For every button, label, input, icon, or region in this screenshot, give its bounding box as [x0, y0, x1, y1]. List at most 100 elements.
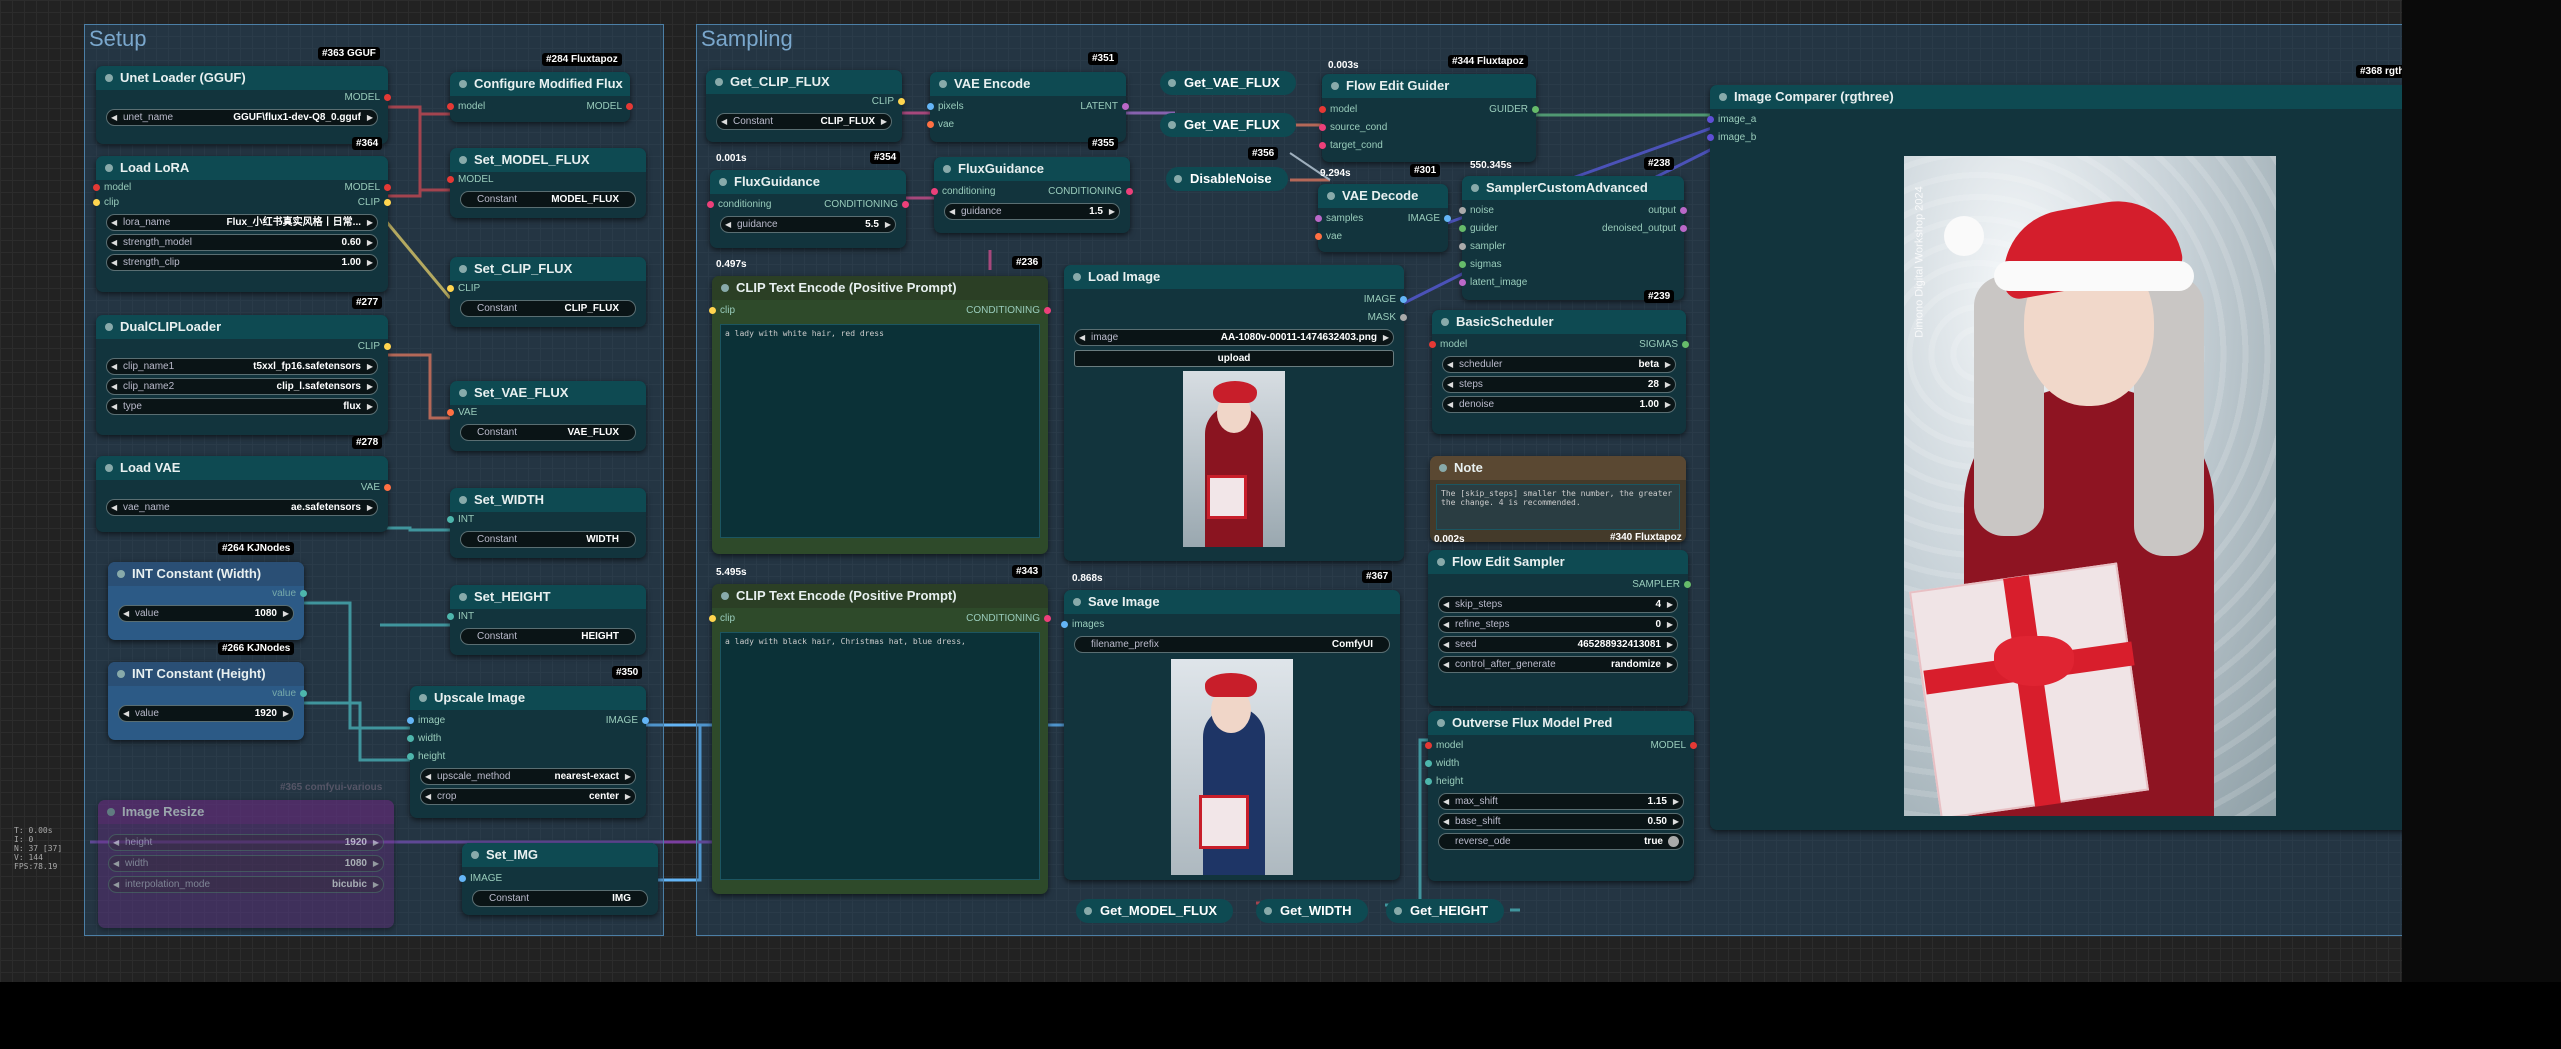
input-pin[interactable] [1319, 142, 1326, 149]
output-pin[interactable] [384, 184, 391, 191]
get-model-flux-node[interactable]: Get_MODEL_FLUX [1076, 899, 1234, 923]
input-pin[interactable] [407, 717, 414, 724]
flow-edit-sampler-node[interactable]: Flow Edit Sampler SAMPLER skip_steps4 re… [1428, 550, 1691, 706]
node-title[interactable]: FluxGuidance [710, 170, 906, 194]
node-title[interactable]: Note [1430, 456, 1686, 480]
node-title[interactable]: Image Resize [98, 800, 394, 824]
upscale-method-widget[interactable]: upscale_methodnearest-exact [420, 768, 636, 785]
filename-prefix-widget[interactable]: filename_prefix ComfyUI [1074, 636, 1390, 653]
get-height-node[interactable]: Get_HEIGHT [1386, 899, 1505, 923]
vae-decode-node[interactable]: VAE Decode samples IMAGE vae [1315, 184, 1451, 252]
set-img-node[interactable]: Set_IMG IMAGE Constant IMG [459, 843, 658, 915]
node-title[interactable]: FluxGuidance [934, 157, 1130, 181]
unet-loader-node[interactable]: Unet Loader (GGUF) MODEL unet_nameGGUF\f… [96, 66, 391, 144]
output-pin[interactable] [1680, 225, 1687, 232]
input-pin[interactable] [927, 103, 934, 110]
output-pin[interactable] [898, 98, 905, 105]
input-pin[interactable] [93, 199, 100, 206]
input-pin[interactable] [459, 875, 466, 882]
flux-guidance-node[interactable]: FluxGuidance conditioning CONDITIONING gu… [707, 170, 909, 248]
clip-text-encode-positive-node[interactable]: CLIP Text Encode (Positive Prompt) clip C… [709, 584, 1051, 894]
node-title[interactable]: Flow Edit Sampler [1428, 550, 1688, 574]
int-constant-width-node[interactable]: INT Constant (Width) value value1080 [108, 562, 307, 640]
input-pin[interactable] [447, 409, 454, 416]
node-title[interactable]: Flow Edit Guider [1322, 74, 1536, 98]
strength-clip-widget[interactable]: strength_clip1.00 [106, 254, 378, 271]
output-pin[interactable] [1680, 207, 1687, 214]
input-pin[interactable] [1061, 621, 1068, 628]
control-after-generate-widget[interactable]: control_after_generaterandomize [1438, 656, 1678, 673]
flow-edit-guider-node[interactable]: Flow Edit Guider model GUIDER source_cond… [1319, 74, 1539, 162]
output-pin[interactable] [1400, 314, 1407, 321]
output-pin[interactable] [300, 690, 307, 697]
constant-widget[interactable]: Constant HEIGHT [460, 628, 636, 645]
scheduler-widget[interactable]: schedulerbeta [1442, 356, 1676, 373]
image-file-widget[interactable]: imageAA-1080v-00011-1474632403.png [1074, 329, 1394, 346]
node-title[interactable]: Set_HEIGHT [450, 585, 646, 609]
constant-widget[interactable]: Constant VAE_FLUX [460, 424, 636, 441]
skip-steps-widget[interactable]: skip_steps4 [1438, 596, 1678, 613]
input-pin[interactable] [447, 285, 454, 292]
unet-name-widget[interactable]: unet_nameGGUF\flux1-dev-Q8_0.gguf [106, 109, 378, 126]
input-pin[interactable] [1459, 225, 1466, 232]
input-pin[interactable] [447, 103, 454, 110]
output-pin[interactable] [1532, 106, 1539, 113]
input-pin[interactable] [447, 516, 454, 523]
upscale-image-node[interactable]: Upscale Image image IMAGE width height up… [407, 686, 649, 818]
vae-encode-node[interactable]: VAE Encode pixels LATENT vae [927, 72, 1129, 142]
output-pin[interactable] [1684, 581, 1691, 588]
sampler-custom-advanced-node[interactable]: SamplerCustomAdvanced noise output guider… [1459, 176, 1687, 300]
output-pin[interactable] [384, 199, 391, 206]
node-title[interactable]: Set_IMG [462, 843, 658, 867]
node-title[interactable]: Set_WIDTH [450, 488, 646, 512]
output-pin[interactable] [384, 343, 391, 350]
input-pin[interactable] [931, 188, 938, 195]
node-title[interactable]: Load Image [1064, 265, 1404, 289]
clip-text-encode-positive-node[interactable]: CLIP Text Encode (Positive Prompt) clip C… [709, 276, 1051, 554]
input-pin[interactable] [1425, 778, 1432, 785]
prompt-textarea[interactable]: a lady with black hair, Christmas hat, b… [720, 632, 1040, 880]
denoise-widget[interactable]: denoise1.00 [1442, 396, 1676, 413]
input-pin[interactable] [447, 613, 454, 620]
output-pin[interactable] [1044, 615, 1051, 622]
width-value-widget[interactable]: value1080 [118, 605, 294, 622]
input-pin[interactable] [1707, 116, 1714, 123]
input-pin[interactable] [1707, 134, 1714, 141]
set-width-node[interactable]: Set_WIDTH INT Constant WIDTH [447, 488, 646, 558]
crop-widget[interactable]: cropcenter [420, 788, 636, 805]
output-pin[interactable] [642, 717, 649, 724]
input-pin[interactable] [927, 121, 934, 128]
clip-type-widget[interactable]: typeflux [106, 398, 378, 415]
node-title[interactable]: Save Image [1064, 590, 1400, 614]
resize-width-widget[interactable]: width1080 [108, 855, 384, 872]
input-pin[interactable] [1425, 742, 1432, 749]
input-pin[interactable] [407, 753, 414, 760]
node-canvas[interactable]: Setup Sampling #363 GGUF Unet Loader (GG… [0, 0, 2561, 1049]
set-height-node[interactable]: Set_HEIGHT INT Constant HEIGHT [447, 585, 646, 655]
note-node[interactable]: Note The [skip_steps] smaller the number… [1430, 456, 1686, 542]
int-constant-height-node[interactable]: INT Constant (Height) value value1920 [108, 662, 307, 740]
node-title[interactable]: Image Comparer (rgthree) [1710, 85, 2468, 109]
node-title[interactable]: Unet Loader (GGUF) [96, 66, 388, 90]
node-title[interactable]: Get_CLIP_FLUX [706, 70, 902, 94]
output-pin[interactable] [1126, 188, 1133, 195]
set-vae-flux-node[interactable]: Set_VAE_FLUX VAE Constant VAE_FLUX [447, 381, 646, 451]
flux-guidance-node[interactable]: FluxGuidance conditioning CONDITIONING gu… [931, 157, 1133, 233]
node-title[interactable]: Set_CLIP_FLUX [450, 257, 646, 281]
input-pin[interactable] [407, 735, 414, 742]
constant-widget[interactable]: Constant MODEL_FLUX [460, 191, 636, 208]
max-shift-widget[interactable]: max_shift1.15 [1438, 793, 1684, 810]
output-pin[interactable] [384, 94, 391, 101]
node-title[interactable]: Configure Modified Flux [450, 72, 630, 96]
node-title[interactable]: VAE Encode [930, 72, 1126, 96]
base-shift-widget[interactable]: base_shift0.50 [1438, 813, 1684, 830]
guidance-widget[interactable]: guidance1.5 [944, 203, 1120, 220]
output-pin[interactable] [1044, 307, 1051, 314]
input-pin[interactable] [1315, 233, 1322, 240]
constant-widget[interactable]: ConstantCLIP_FLUX [716, 113, 892, 130]
resize-height-widget[interactable]: height1920 [108, 834, 384, 851]
clip-name1-widget[interactable]: clip_name1t5xxl_fp16.safetensors [106, 358, 378, 375]
input-pin[interactable] [709, 307, 716, 314]
get-vae-flux-node[interactable]: Get_VAE_FLUX [1160, 71, 1296, 95]
node-title[interactable]: INT Constant (Width) [108, 562, 304, 586]
